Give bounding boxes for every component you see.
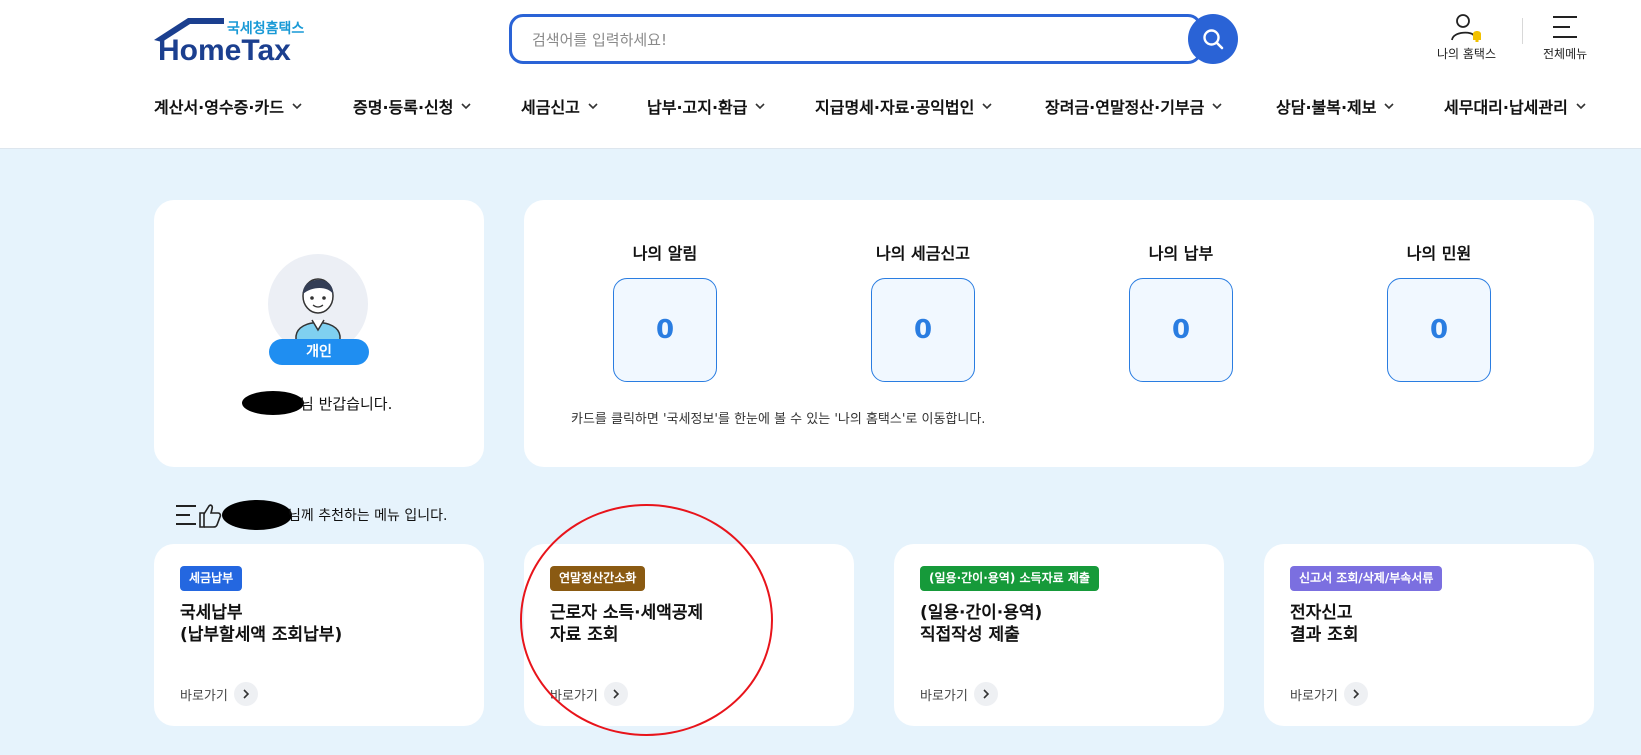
chevron-down-icon [1384,103,1395,110]
menu-card-title-line: 전자신고 [1290,603,1353,623]
chevron-down-icon [755,103,766,110]
list-thumbs-up-icon [176,504,222,528]
menu-card-title-line: 근로자 소득·세액공제 [550,603,704,623]
go-link[interactable]: 바로가기 [920,682,998,706]
nav-item-payment-statement[interactable]: 지급명세·자료·공익법인 [815,94,992,118]
go-link-label: 바로가기 [180,688,228,704]
greeting: 님 반갑습니다. [242,391,392,415]
search-input[interactable] [532,28,1132,52]
util-divider [1522,18,1523,44]
logo-title: HomeTax [158,34,291,67]
summary-count-box[interactable]: 0 [613,278,717,382]
chevron-right-icon [603,682,628,706]
header: 국세청홈택스 HomeTax 나의 홈택스 전체메뉴 계산서·영수증·카드 [0,0,1641,149]
summary-count-box[interactable]: 0 [1387,278,1491,382]
menu-card-title: 근로자 소득·세액공제 자료 조회 [550,602,703,646]
menu-card-title-line: 자료 조회 [550,625,619,645]
nav-item-label: 지급명세·자료·공익법인 [815,98,975,117]
go-link[interactable]: 바로가기 [1290,682,1368,706]
nav-item-consult-appeal-report[interactable]: 상담·불복·제보 [1276,94,1395,118]
menu-card-title-line: 국세납부 [180,603,243,623]
my-hometax-button[interactable]: 나의 홈택스 [1437,12,1496,62]
nav-item-label: 장려금·연말정산·기부금 [1045,98,1205,117]
go-link-label: 바로가기 [1290,688,1338,704]
profile-card: 개인 님 반갑습니다. [154,200,484,467]
hometax-logo[interactable]: 국세청홈택스 HomeTax [152,16,312,67]
summary-title: 나의 민원 [1406,244,1472,263]
go-link-label: 바로가기 [920,688,968,704]
redacted-name [222,500,292,530]
main-nav: 계산서·영수증·카드 증명·등록·신청 세금신고 납부·고지·환급 지급명세·자… [0,94,1641,124]
user-bell-icon [1450,14,1481,42]
summary-my-notifications[interactable]: 나의 알림 0 [605,240,725,382]
chevron-down-icon [1212,103,1222,110]
chevron-down-icon [1576,103,1586,110]
menu-card-title-line: 직접작성 제출 [920,625,1020,645]
nav-item-label: 증명·등록·신청 [353,98,454,117]
go-link[interactable]: 바로가기 [180,682,258,706]
summary-card: 나의 알림 0 나의 세금신고 0 나의 납부 0 나의 민원 0 카드를 클릭… [524,200,1594,467]
menu-card-national-tax-payment[interactable]: 세금납부 국세납부 (납부할세액 조회납부) 바로가기 [154,544,484,726]
summary-count-box[interactable]: 0 [871,278,975,382]
menu-card-income-data-submit[interactable]: (일용·간이·용역) 소득자료 제출 (일용·간이·용역) 직접작성 제출 바로… [894,544,1224,726]
summary-my-tax-filing[interactable]: 나의 세금신고 0 [863,240,983,382]
nav-item-label: 세무대리·납세관리 [1444,98,1568,117]
summary-count-box[interactable]: 0 [1129,278,1233,382]
go-link[interactable]: 바로가기 [550,682,628,706]
chevron-right-icon [973,682,998,706]
hamburger-menu-icon [1553,16,1578,38]
nav-item-label: 납부·고지·환급 [647,98,748,117]
summary-title: 나의 알림 [632,244,698,263]
search-button[interactable] [1188,14,1238,64]
summary-my-petition[interactable]: 나의 민원 0 [1379,240,1499,382]
go-link-label: 바로가기 [550,688,598,704]
nav-item-label: 세금신고 [521,98,580,117]
chevron-right-icon [1343,682,1368,706]
summary-note: 카드를 클릭하면 '국세정보'를 한눈에 볼 수 있는 '나의 홈택스'로 이동… [571,412,986,427]
summary-title: 나의 납부 [1148,244,1214,263]
nav-item-tax-agent[interactable]: 세무대리·납세관리 [1444,94,1586,118]
all-menu-label: 전체메뉴 [1543,47,1588,61]
search-icon [1203,29,1224,50]
redacted-name [242,391,304,415]
all-menu-button[interactable]: 전체메뉴 [1543,12,1587,62]
my-hometax-label: 나의 홈택스 [1437,47,1497,61]
greeting-text: 님 반갑습니다. [300,394,393,413]
menu-card-title: 전자신고 결과 조회 [1290,602,1358,646]
menu-card-e-filing-result[interactable]: 신고서 조회/삭제/부속서류 전자신고 결과 조회 바로가기 [1264,544,1594,726]
summary-my-payment[interactable]: 나의 납부 0 [1121,240,1241,382]
menu-card-title-line: (일용·간이·용역) [920,603,1043,623]
menu-card-tag: (일용·간이·용역) 소득자료 제출 [920,566,1099,591]
chevron-down-icon [292,103,302,110]
nav-item-label: 상담·불복·제보 [1276,98,1377,117]
chevron-down-icon [982,103,992,110]
nav-item-certificate-registration[interactable]: 증명·등록·신청 [353,94,472,118]
menu-card-tag: 신고서 조회/삭제/부속서류 [1290,566,1443,591]
nav-item-label: 계산서·영수증·카드 [154,98,284,117]
menu-card-title-line: 결과 조회 [1290,625,1359,645]
chevron-down-icon [461,103,472,110]
user-type-badge: 개인 [269,339,369,365]
menu-card-year-end-deduction[interactable]: 연말정산간소화 근로자 소득·세액공제 자료 조회 바로가기 [524,544,854,726]
nav-item-tax-filing[interactable]: 세금신고 [521,94,598,118]
menu-card-title: 국세납부 (납부할세액 조회납부) [180,602,342,646]
summary-title: 나의 세금신고 [876,244,970,263]
nav-item-incentive-year-end[interactable]: 장려금·연말정산·기부금 [1045,94,1222,118]
nav-item-payment-notice-refund[interactable]: 납부·고지·환급 [647,94,766,118]
recommend-heading: 님께 추천하는 메뉴 입니다. [174,500,447,530]
menu-card-title-line: (납부할세액 조회납부) [180,625,343,645]
menu-card-title: (일용·간이·용역) 직접작성 제출 [920,602,1042,646]
menu-card-tag: 세금납부 [180,566,243,591]
recommend-heading-text: 님께 추천하는 메뉴 입니다. [288,508,448,524]
chevron-down-icon [588,103,598,110]
chevron-right-icon [233,682,258,706]
nav-item-invoice-receipt-card[interactable]: 계산서·영수증·카드 [154,94,302,118]
menu-card-tag: 연말정산간소화 [550,566,646,591]
search-box [509,14,1202,64]
